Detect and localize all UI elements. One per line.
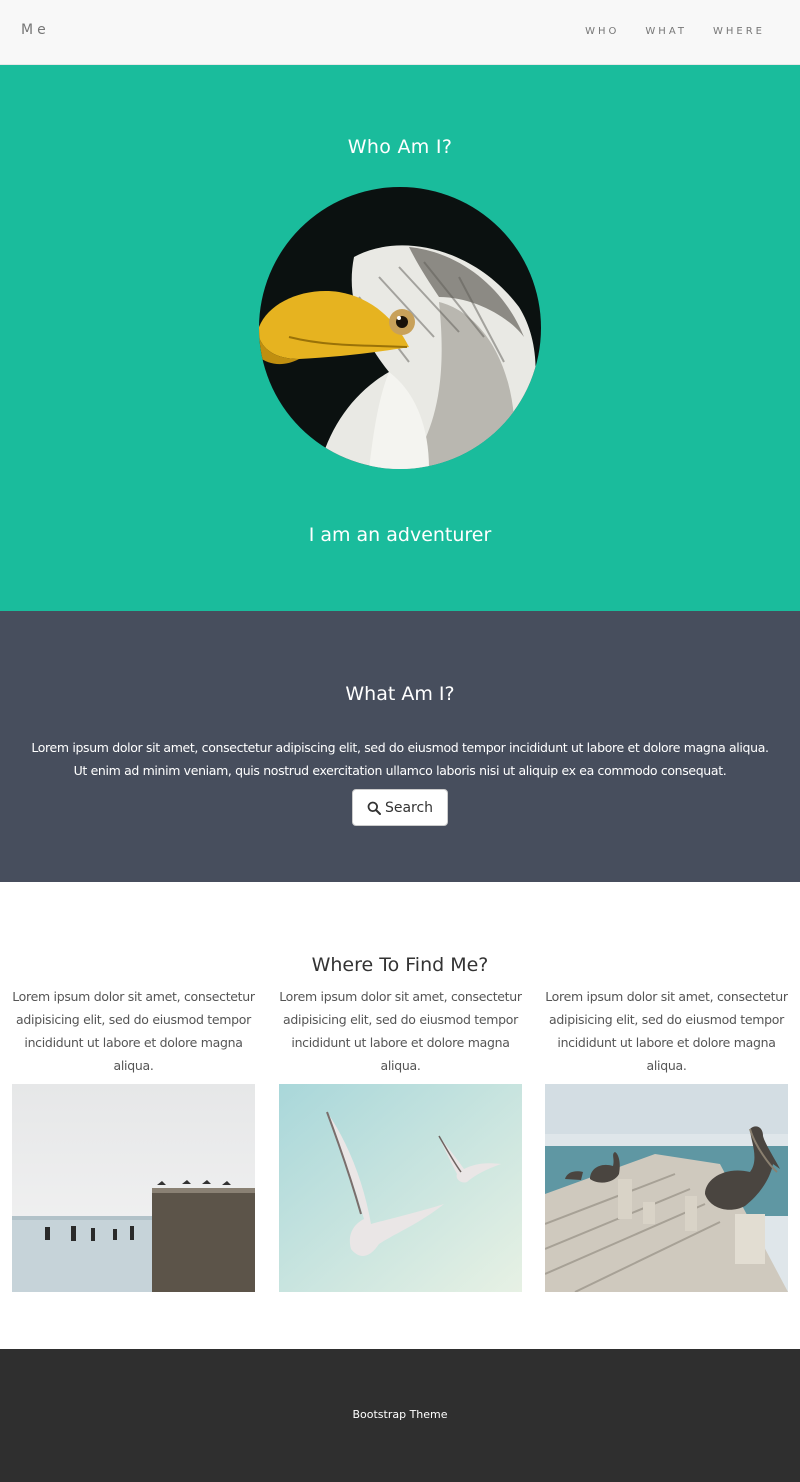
who-title: Who Am I? xyxy=(347,136,453,158)
what-paragraph: Lorem ipsum dolor sit amet, consectetur … xyxy=(0,736,800,782)
what-paragraph-line2: Ut enim ad minim veniam, quis nostrud ex… xyxy=(73,763,727,778)
search-icon xyxy=(367,801,381,815)
who-subtitle: I am an adventurer xyxy=(308,524,492,546)
where-section: Where To Find Me? Lorem ipsum dolor sit … xyxy=(0,882,800,1349)
pelican-dock-image xyxy=(545,1084,788,1292)
where-column-text: Lorem ipsum dolor sit amet, consectetur … xyxy=(279,989,522,1073)
where-title: Where To Find Me? xyxy=(311,954,489,976)
where-column-text: Lorem ipsum dolor sit amet, consectetur … xyxy=(12,989,255,1073)
seagulls-image xyxy=(279,1084,522,1292)
nav-link-who[interactable]: WHO xyxy=(585,26,619,37)
pier-birds-image xyxy=(12,1084,255,1292)
footer-text: Bootstrap Theme xyxy=(352,1408,448,1421)
who-section: Who Am I? I am an adventurer xyxy=(0,65,800,611)
footer: Bootstrap Theme xyxy=(0,1349,800,1482)
where-column-text: Lorem ipsum dolor sit amet, consectetur … xyxy=(545,989,788,1073)
navbar: Me WHO WHAT WHERE xyxy=(0,0,800,65)
search-button-label: Search xyxy=(384,799,434,816)
what-title: What Am I? xyxy=(345,683,455,705)
where-column-2: Lorem ipsum dolor sit amet, consectetur … xyxy=(279,985,522,1292)
search-button[interactable]: Search xyxy=(352,789,448,826)
nav-link-what[interactable]: WHAT xyxy=(645,26,687,37)
where-column-3: Lorem ipsum dolor sit amet, consectetur … xyxy=(545,985,788,1292)
eagle-image xyxy=(259,187,541,469)
nav-link-where[interactable]: WHERE xyxy=(713,26,765,37)
avatar xyxy=(259,187,541,469)
what-paragraph-line1: Lorem ipsum dolor sit amet, consectetur … xyxy=(31,740,769,755)
brand-link[interactable]: Me xyxy=(21,22,50,38)
what-section: What Am I? Lorem ipsum dolor sit amet, c… xyxy=(0,611,800,882)
where-column-1: Lorem ipsum dolor sit amet, consectetur … xyxy=(12,985,255,1292)
nav-links: WHO WHAT WHERE xyxy=(585,26,765,37)
